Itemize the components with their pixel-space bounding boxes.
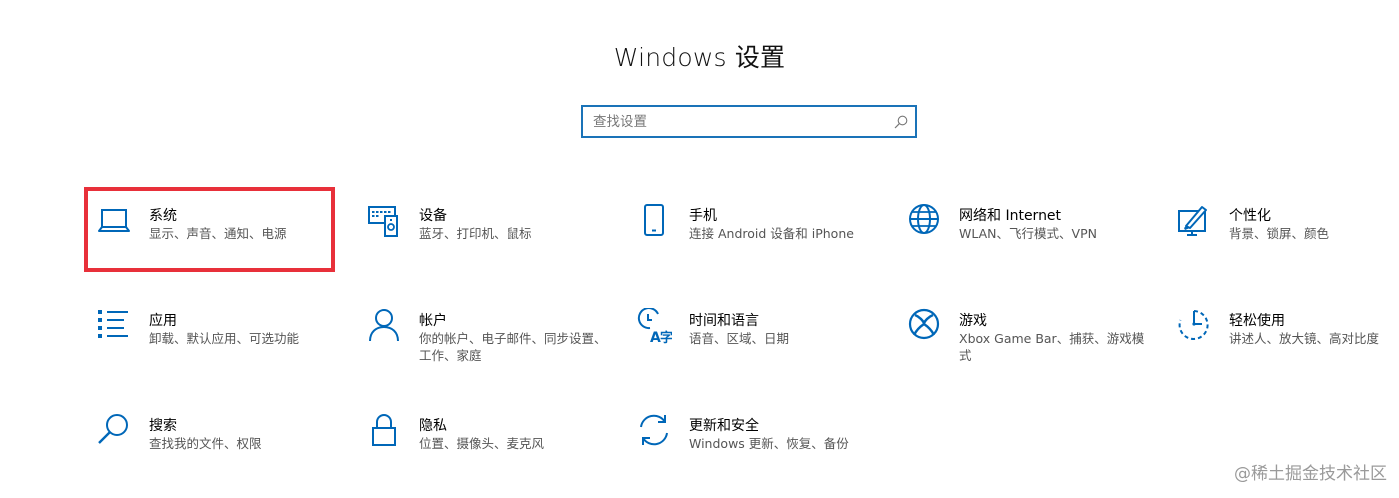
time-language-icon: A 字 <box>636 308 672 344</box>
tile-network-name: 网络和 Internet <box>959 208 1062 224</box>
tile-update-security-desc: Windows 更新、恢复、备份 <box>689 436 849 451</box>
tile-accounts-name: 帐户 <box>419 313 447 329</box>
search-icon[interactable] <box>893 114 909 130</box>
tile-personalization-desc: 背景、锁屏、颜色 <box>1229 226 1330 241</box>
tile-gaming[interactable]: 游戏 Xbox Game Bar、捕获、游戏模式 <box>906 308 1156 378</box>
tile-devices-desc: 蓝牙、打印机、鼠标 <box>419 226 532 241</box>
tile-update-security[interactable]: 更新和安全 Windows 更新、恢复、备份 <box>636 413 886 483</box>
tile-gaming-desc: Xbox Game Bar、捕获、游戏模式 <box>959 331 1145 363</box>
watermark: @稀土掘金技术社区 <box>1234 464 1387 484</box>
globe-icon <box>906 203 942 239</box>
tile-accounts[interactable]: 帐户 你的帐户、电子邮件、同步设置、工作、家庭 <box>366 308 616 378</box>
tile-time-language-name: 时间和语言 <box>689 313 759 329</box>
search-box[interactable] <box>581 105 917 138</box>
paint-icon <box>1176 203 1212 239</box>
tile-privacy-desc: 位置、摄像头、麦克风 <box>419 436 545 451</box>
tile-apps-desc: 卸载、默认应用、可选功能 <box>149 331 300 346</box>
tile-personalization[interactable]: 个性化 背景、锁屏、颜色 <box>1176 203 1399 273</box>
lock-icon <box>366 413 402 449</box>
tile-apps[interactable]: 应用 卸载、默认应用、可选功能 <box>96 308 346 378</box>
highlight-annotation-box <box>84 187 335 272</box>
tile-search-desc: 查找我的文件、权限 <box>149 436 262 451</box>
person-icon <box>366 308 402 344</box>
tile-update-security-name: 更新和安全 <box>689 418 759 434</box>
tile-devices[interactable]: 设备 蓝牙、打印机、鼠标 <box>366 203 616 273</box>
tile-phone[interactable]: 手机 连接 Android 设备和 iPhone <box>636 203 886 273</box>
search-icon <box>96 413 132 449</box>
tile-accounts-desc: 你的帐户、电子邮件、同步设置、工作、家庭 <box>419 331 607 363</box>
tile-ease-of-access[interactable]: 轻松使用 讲述人、放大镜、高对比度 <box>1176 308 1399 378</box>
apps-list-icon <box>96 308 132 344</box>
settings-window: Windows 设置 系统 显示、声音、通知、电源 <box>0 0 1399 498</box>
tile-time-language[interactable]: A 字 时间和语言 语音、区域、日期 <box>636 308 886 378</box>
phone-icon <box>636 203 672 239</box>
xbox-icon <box>906 308 942 344</box>
tile-phone-name: 手机 <box>689 208 717 224</box>
devices-icon <box>366 203 402 239</box>
page-title: Windows 设置 <box>613 43 786 72</box>
tile-search[interactable]: 搜索 查找我的文件、权限 <box>96 413 346 483</box>
tile-apps-name: 应用 <box>149 313 177 329</box>
ease-of-access-icon <box>1176 308 1212 344</box>
tile-phone-desc: 连接 Android 设备和 iPhone <box>689 226 854 241</box>
sync-icon <box>636 413 672 449</box>
tile-network[interactable]: 网络和 Internet WLAN、飞行模式、VPN <box>906 203 1156 273</box>
tile-privacy[interactable]: 隐私 位置、摄像头、麦克风 <box>366 413 616 483</box>
tile-ease-of-access-desc: 讲述人、放大镜、高对比度 <box>1229 331 1380 346</box>
svg-text:字: 字 <box>660 330 672 344</box>
tile-time-language-desc: 语音、区域、日期 <box>689 331 790 346</box>
tile-gaming-name: 游戏 <box>959 313 987 329</box>
tile-network-desc: WLAN、飞行模式、VPN <box>959 226 1097 241</box>
tile-devices-name: 设备 <box>419 208 447 224</box>
tile-ease-of-access-name: 轻松使用 <box>1229 313 1285 329</box>
tile-personalization-name: 个性化 <box>1229 208 1271 224</box>
tile-privacy-name: 隐私 <box>419 418 447 434</box>
tile-search-name: 搜索 <box>149 418 177 434</box>
search-input[interactable] <box>583 107 893 136</box>
